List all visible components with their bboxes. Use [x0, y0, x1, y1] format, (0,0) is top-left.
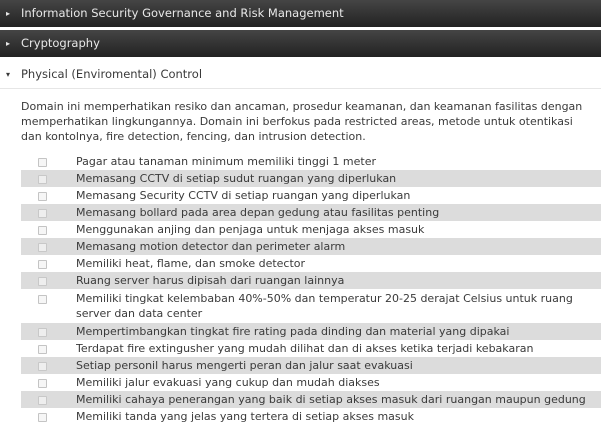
section-header-information-security-governance[interactable]: ▸ Information Security Governance and Ri… [0, 0, 601, 27]
caret-right-icon: ▸ [6, 9, 11, 18]
checkbox[interactable] [38, 379, 47, 388]
checkbox[interactable] [38, 362, 47, 371]
security-domain-accordion: ▸ Information Security Governance and Ri… [0, 0, 601, 425]
checklist-item-label: Memiliki tingkat kelembaban 40%-50% dan … [76, 292, 573, 320]
checklist-item-label: Memasang Security CCTV di setiap ruangan… [76, 189, 411, 202]
section-title: Cryptography [21, 36, 100, 50]
checklist-item-label: Memiliki jalur evakuasi yang cukup dan m… [76, 376, 380, 389]
checklist-item-label: Terdapat fire extingusher yang mudah dil… [76, 342, 534, 355]
checkbox[interactable] [38, 328, 47, 337]
checkbox[interactable] [38, 226, 47, 235]
checklist-item-label: Menggunakan anjing dan penjaga untuk men… [76, 223, 425, 236]
checklist-item-label: Mempertimbangkan tingkat fire rating pad… [76, 325, 510, 338]
checklist-item: Memasang motion detector dan perimeter a… [21, 238, 601, 255]
checkbox[interactable] [38, 192, 47, 201]
checklist-item-label: Memasang motion detector dan perimeter a… [76, 240, 346, 253]
checkbox[interactable] [38, 260, 47, 269]
section-title: Information Security Governance and Risk… [21, 6, 344, 20]
section-title: Physical (Enviromental) Control [21, 67, 203, 81]
checklist-item: Memiliki tanda yang jelas yang tertera d… [21, 408, 601, 425]
checkbox[interactable] [38, 277, 47, 286]
section-body-physical-control: Domain ini memperhatikan resiko dan anca… [0, 89, 601, 425]
section-header-cryptography[interactable]: ▸ Cryptography [0, 30, 601, 57]
caret-down-icon: ▾ [6, 70, 11, 79]
checkbox[interactable] [38, 295, 47, 304]
checklist-item-label: Memiliki heat, flame, dan smoke detector [76, 257, 306, 270]
section-header-physical-control[interactable]: ▾ Physical (Enviromental) Control [0, 60, 601, 89]
checklist-item-label: Pagar atau tanaman minimum memiliki ting… [76, 155, 377, 168]
checklist-item: Pagar atau tanaman minimum memiliki ting… [21, 153, 601, 170]
checklist-item: Memiliki heat, flame, dan smoke detector [21, 255, 601, 272]
checklist-item: Memasang bollard pada area depan gedung … [21, 204, 601, 221]
caret-right-icon: ▸ [6, 39, 11, 48]
checklist-item: Setiap personil harus mengerti peran dan… [21, 357, 601, 374]
checkbox[interactable] [38, 158, 47, 167]
checkbox[interactable] [38, 175, 47, 184]
checklist-item: Ruang server harus dipisah dari ruangan … [21, 272, 601, 289]
checklist-item: Mempertimbangkan tingkat fire rating pad… [21, 323, 601, 340]
checklist-item: Terdapat fire extingusher yang mudah dil… [21, 340, 601, 357]
checklist-item: Memasang Security CCTV di setiap ruangan… [21, 187, 601, 204]
checklist-item: Memiliki cahaya penerangan yang baik di … [21, 391, 601, 408]
section-description: Domain ini memperhatikan resiko dan anca… [21, 100, 583, 143]
checkbox[interactable] [38, 345, 47, 354]
checkbox[interactable] [38, 413, 47, 422]
checklist-item: Memasang CCTV di setiap sudut ruangan ya… [21, 170, 601, 187]
checklist-item-label: Setiap personil harus mengerti peran dan… [76, 359, 413, 372]
checkbox[interactable] [38, 243, 47, 252]
checklist-item-label: Memasang CCTV di setiap sudut ruangan ya… [76, 172, 397, 185]
checklist-item-label: Memiliki cahaya penerangan yang baik di … [76, 393, 586, 406]
checklist-item: Menggunakan anjing dan penjaga untuk men… [21, 221, 601, 238]
checkbox[interactable] [38, 209, 47, 218]
checklist-item-label: Ruang server harus dipisah dari ruangan … [76, 274, 345, 287]
checkbox[interactable] [38, 396, 47, 405]
checklist: Pagar atau tanaman minimum memiliki ting… [21, 153, 601, 425]
checklist-item: Memiliki jalur evakuasi yang cukup dan m… [21, 374, 601, 391]
checklist-item: Memiliki tingkat kelembaban 40%-50% dan … [21, 289, 601, 323]
checklist-item-label: Memasang bollard pada area depan gedung … [76, 206, 440, 219]
